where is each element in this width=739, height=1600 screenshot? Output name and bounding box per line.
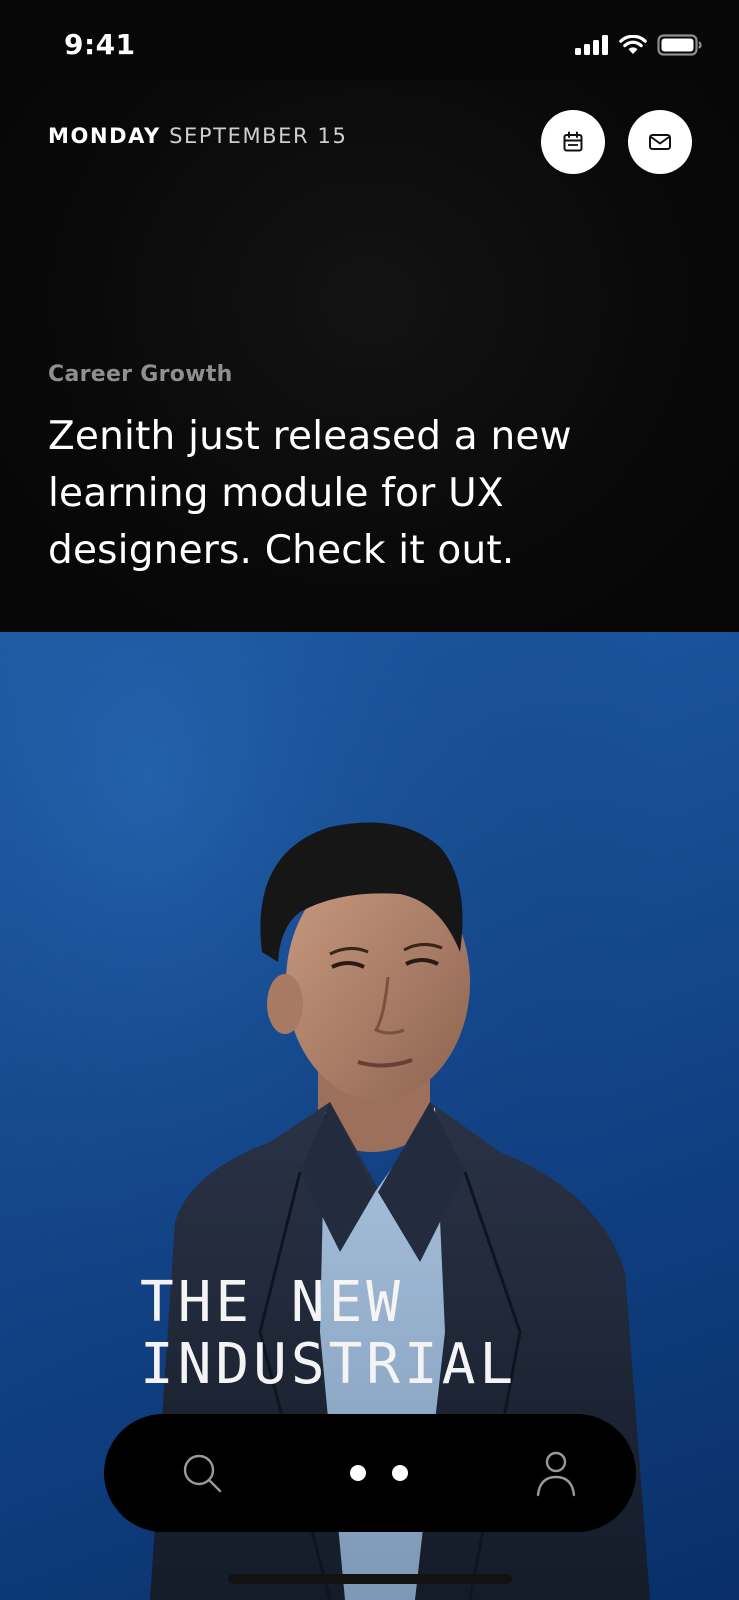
date-day: MONDAY <box>48 124 161 148</box>
dot <box>392 1465 408 1481</box>
calendar-icon <box>563 131 583 152</box>
bottom-nav <box>104 1414 636 1532</box>
profile-icon <box>536 1451 576 1497</box>
search-button[interactable] <box>174 1445 230 1501</box>
article-headline[interactable]: Zenith just released a new learning modu… <box>48 408 698 579</box>
status-bar: 9:41 <box>0 0 739 80</box>
profile-button[interactable] <box>528 1445 584 1501</box>
date-text: SEPTEMBER 15 <box>169 124 348 148</box>
feature-header: MONDAY SEPTEMBER 15 Career Growth Zenith… <box>0 80 739 632</box>
search-icon <box>183 1454 222 1493</box>
date-line: MONDAY SEPTEMBER 15 <box>48 124 347 148</box>
cover-title-line: THE NEW <box>140 1270 405 1335</box>
calendar-button[interactable] <box>541 110 605 174</box>
dot <box>350 1465 366 1481</box>
article-category: Career Growth <box>48 362 233 387</box>
wifi-icon <box>619 35 647 54</box>
signal-icon <box>575 35 608 55</box>
cover-title: THE NEW INDUSTRIAL <box>140 1272 660 1396</box>
status-time: 9:41 <box>64 28 136 61</box>
battery-icon <box>657 34 702 56</box>
home-indicator <box>228 1574 512 1584</box>
status-icons <box>575 34 703 56</box>
mail-icon <box>649 134 671 150</box>
cover-title-line: INDUSTRIAL <box>140 1332 518 1397</box>
mail-button[interactable] <box>628 110 692 174</box>
more-dots-icon[interactable] <box>350 1465 408 1481</box>
